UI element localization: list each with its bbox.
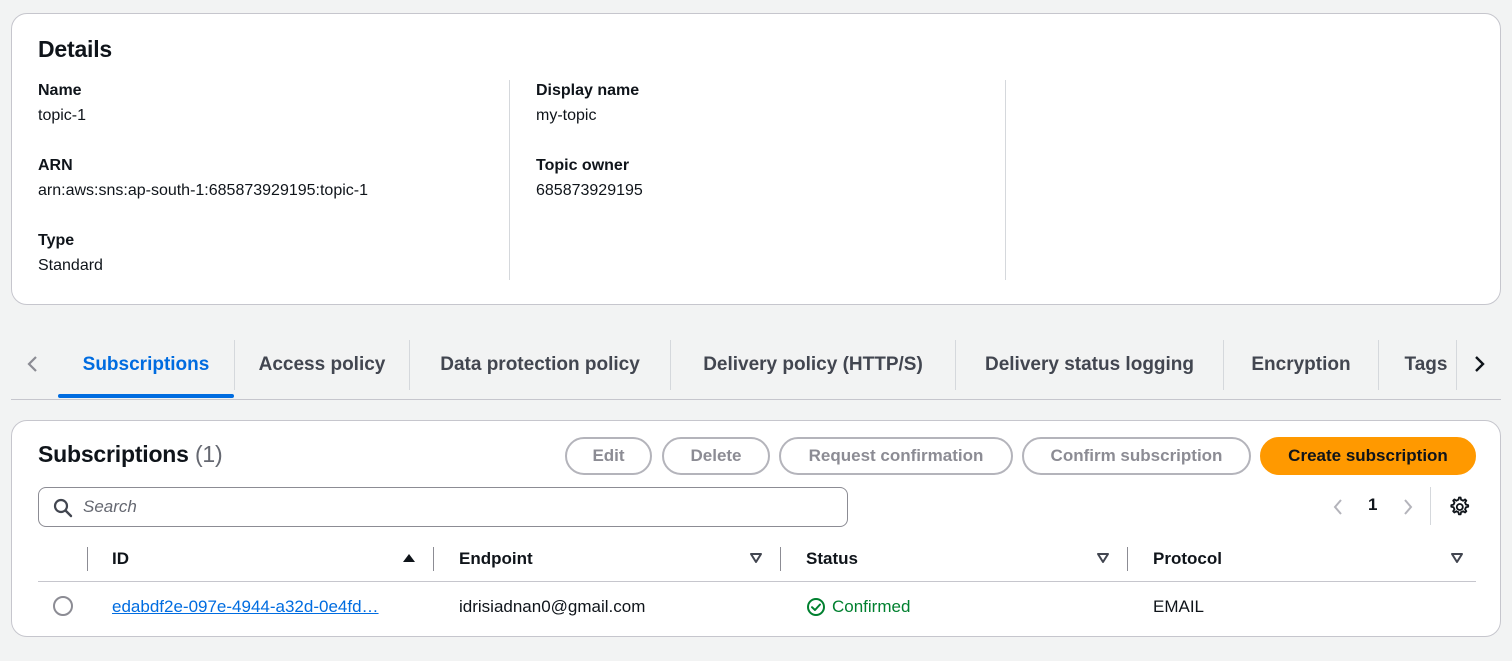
subscription-id-text[interactable]: edabdf2e-097e-4944-a32d-0e4fd… <box>112 597 379 617</box>
tabs-scroll-left-button[interactable] <box>21 352 45 376</box>
tab-data-protection-policy[interactable]: Data protection policy <box>410 340 670 390</box>
sort-ascending-icon[interactable] <box>402 551 416 565</box>
tab-subscriptions[interactable]: Subscriptions <box>58 340 234 390</box>
column-divider <box>433 547 434 571</box>
status-text: Confirmed <box>832 597 911 616</box>
type-value: Standard <box>38 257 103 274</box>
arn-field: ARN arn:aws:sns:ap-south-1:685873929195:… <box>38 155 368 203</box>
request-confirmation-button[interactable]: Request confirmation <box>779 437 1013 475</box>
delete-button[interactable]: Delete <box>662 437 770 475</box>
column-header-id[interactable]: ID <box>112 547 129 571</box>
previous-page-button[interactable] <box>1328 495 1348 519</box>
endpoint-cell: idrisiadnan0@gmail.com <box>459 597 646 616</box>
details-title: Details <box>38 36 113 62</box>
topic-owner-value: 685873929195 <box>536 182 643 199</box>
search-input[interactable] <box>83 494 823 520</box>
sort-descending-icon[interactable] <box>1450 551 1464 565</box>
active-tab-indicator <box>58 394 234 398</box>
confirm-subscription-button[interactable]: Confirm subscription <box>1022 437 1251 475</box>
edit-button[interactable]: Edit <box>565 437 652 475</box>
type-field: Type Standard <box>38 230 103 278</box>
chevron-left-icon <box>1333 499 1342 515</box>
tab-delivery-policy[interactable]: Delivery policy (HTTP/S) <box>671 340 955 390</box>
display-name-label: Display name <box>536 82 640 99</box>
protocol-cell: EMAIL <box>1153 597 1205 616</box>
tab-delivery-status-logging[interactable]: Delivery status logging <box>956 340 1223 390</box>
pager-divider <box>1430 487 1431 525</box>
details-panel: Details Name topic-1 ARN arn:aws:sns:ap-… <box>11 13 1501 305</box>
details-column-divider <box>1005 80 1006 280</box>
display-name-value: my-topic <box>536 107 597 124</box>
subscriptions-title: Subscriptions (1) <box>38 441 223 468</box>
create-subscription-button[interactable]: Create subscription <box>1260 437 1476 475</box>
subscriptions-title-text: Subscriptions <box>38 441 189 467</box>
arn-value: arn:aws:sns:ap-south-1:685873929195:topi… <box>38 182 368 199</box>
topic-owner-label: Topic owner <box>536 157 630 174</box>
settings-gear-icon[interactable] <box>1447 495 1471 519</box>
tabs-scroll-right-button[interactable] <box>1467 352 1491 376</box>
search-icon <box>53 498 73 518</box>
tab-access-policy[interactable]: Access policy <box>235 340 409 390</box>
row-select-radio[interactable] <box>53 596 73 616</box>
tab-bar: Subscriptions Access policy Data protect… <box>11 332 1501 400</box>
sort-descending-icon[interactable] <box>1096 551 1110 565</box>
column-divider <box>780 547 781 571</box>
subscriptions-count: (1) <box>194 441 223 467</box>
next-page-button[interactable] <box>1398 495 1418 519</box>
status-cell: Confirmed <box>806 595 910 619</box>
type-label: Type <box>38 232 75 249</box>
column-header-endpoint[interactable]: Endpoint <box>459 547 533 571</box>
tab-divider <box>1456 340 1457 390</box>
column-divider <box>87 547 88 571</box>
chevron-right-icon <box>1475 356 1485 372</box>
topic-owner-field: Topic owner 685873929195 <box>536 155 643 203</box>
table-header-divider <box>38 581 1476 582</box>
column-header-protocol[interactable]: Protocol <box>1153 547 1222 571</box>
subscriptions-panel: Subscriptions (1) Edit Delete Request co… <box>11 420 1501 637</box>
display-name-field: Display name my-topic <box>536 80 639 128</box>
column-header-status[interactable]: Status <box>806 547 858 571</box>
tab-tags[interactable]: Tags <box>1379 340 1473 390</box>
status-check-icon <box>807 598 825 616</box>
chevron-right-icon <box>1404 499 1413 515</box>
tab-encryption[interactable]: Encryption <box>1224 340 1378 390</box>
sort-descending-icon[interactable] <box>749 551 763 565</box>
column-divider <box>1127 547 1128 571</box>
details-column-1: Name topic-1 ARN arn:aws:sns:ap-south-1:… <box>38 80 508 280</box>
chevron-left-icon <box>27 356 37 372</box>
arn-label: ARN <box>38 157 73 174</box>
name-label: Name <box>38 82 82 99</box>
search-field[interactable] <box>38 487 848 527</box>
details-column-2: Display name my-topic Topic owner 685873… <box>509 80 1005 280</box>
current-page-number[interactable]: 1 <box>1368 495 1377 515</box>
name-value: topic-1 <box>38 107 87 124</box>
name-field: Name topic-1 <box>38 80 86 128</box>
subscription-id-link[interactable]: edabdf2e-097e-4944-a32d-0e4fd… <box>112 595 412 619</box>
